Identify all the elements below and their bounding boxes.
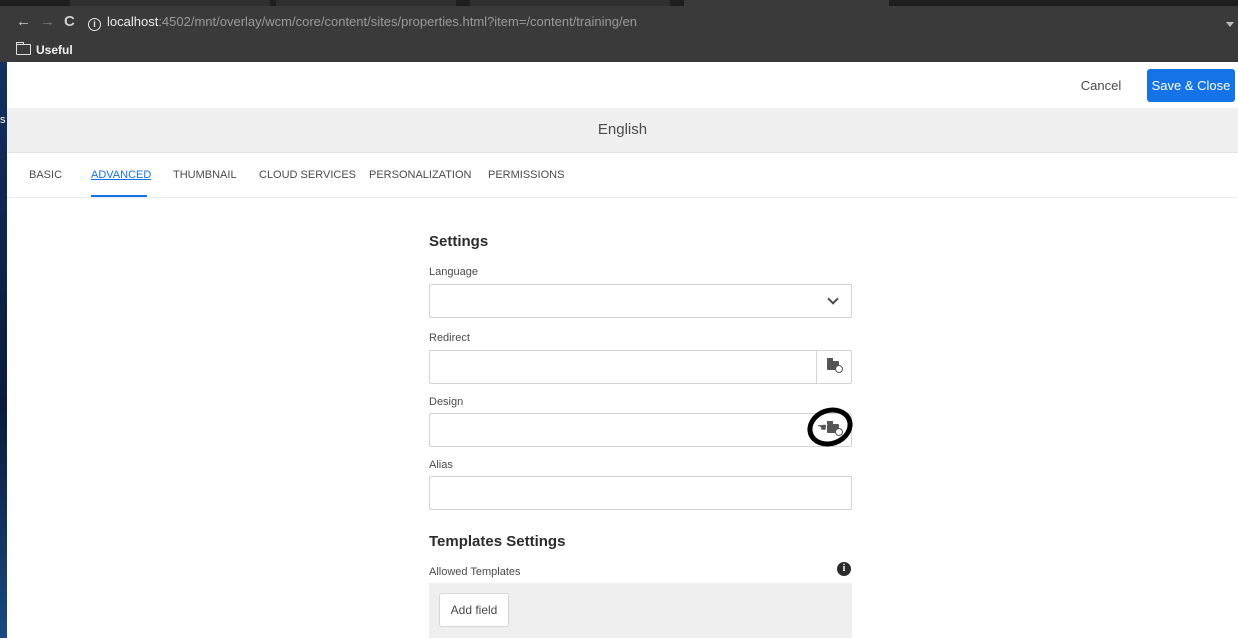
url-path: :4502/mnt/overlay/wcm/core/content/sites… (158, 14, 638, 29)
language-value[interactable] (430, 285, 826, 315)
properties-tabs: BASIC ADVANCED THUMBNAIL CLOUD SERVICES … (7, 153, 1238, 198)
allowed-templates-label: Allowed Templates (429, 566, 521, 578)
dropdown-arrow-icon[interactable] (1226, 22, 1234, 27)
language-select[interactable] (429, 284, 852, 318)
redirect-browse-button[interactable] (816, 351, 851, 383)
address-bar[interactable]: i localhost:4502/mnt/overlay/wcm/core/con… (88, 11, 1228, 33)
alias-field[interactable] (429, 476, 852, 510)
url-host: localhost (107, 14, 159, 29)
redirect-field[interactable] (429, 350, 852, 384)
folder-icon (16, 42, 31, 55)
alias-input[interactable] (430, 477, 826, 507)
active-tab-indicator (91, 195, 147, 197)
tab-permissions[interactable]: PERMISSIONS (488, 153, 564, 197)
page-title: English (597, 121, 648, 138)
tab-cloud-services[interactable]: CLOUD SERVICES (259, 153, 356, 197)
title-bar: English (7, 108, 1238, 153)
reload-icon[interactable]: C (64, 12, 75, 32)
chevron-down-icon (827, 293, 839, 305)
add-field-button[interactable]: Add field (439, 593, 509, 627)
tab-basic[interactable]: BASIC (29, 153, 62, 197)
bookmark-label: Useful (36, 43, 73, 57)
bookmarks-bar: Useful (0, 38, 1238, 62)
language-label: Language (429, 266, 478, 278)
desktop-text: s (0, 114, 6, 126)
page-properties-app: Cancel Save & Close English BASIC ADVANC… (7, 62, 1238, 638)
design-input[interactable] (430, 414, 826, 444)
action-bar: Cancel Save & Close (7, 62, 1238, 109)
site-info-icon[interactable]: i (88, 18, 101, 31)
redirect-label: Redirect (429, 332, 470, 344)
hand-cursor-icon: ☚ (817, 422, 827, 434)
forward-arrow-icon[interactable]: → (40, 12, 55, 32)
back-arrow-icon[interactable]: ← (16, 12, 31, 32)
templates-settings-heading: Templates Settings (429, 533, 566, 550)
design-label: Design (429, 396, 464, 408)
alias-label: Alias (429, 459, 453, 471)
bookmark-useful[interactable]: Useful (16, 42, 73, 58)
allowed-templates-multifield: Add field (429, 583, 852, 638)
cancel-button[interactable]: Cancel (1071, 72, 1131, 100)
settings-heading: Settings (429, 233, 489, 250)
info-icon[interactable]: i (837, 562, 851, 576)
redirect-input[interactable] (430, 351, 826, 381)
tab-thumbnail[interactable]: THUMBNAIL (173, 153, 237, 197)
browser-toolbar: ← → C i localhost:4502/mnt/overlay/wcm/co… (0, 6, 1238, 38)
tab-advanced[interactable]: ADVANCED (91, 153, 151, 197)
design-field[interactable] (429, 413, 852, 447)
save-close-button[interactable]: Save & Close (1147, 69, 1235, 102)
tab-personalization[interactable]: PERSONALIZATION (369, 153, 471, 197)
browse-folder-icon (827, 358, 843, 373)
desktop-background (0, 62, 7, 638)
